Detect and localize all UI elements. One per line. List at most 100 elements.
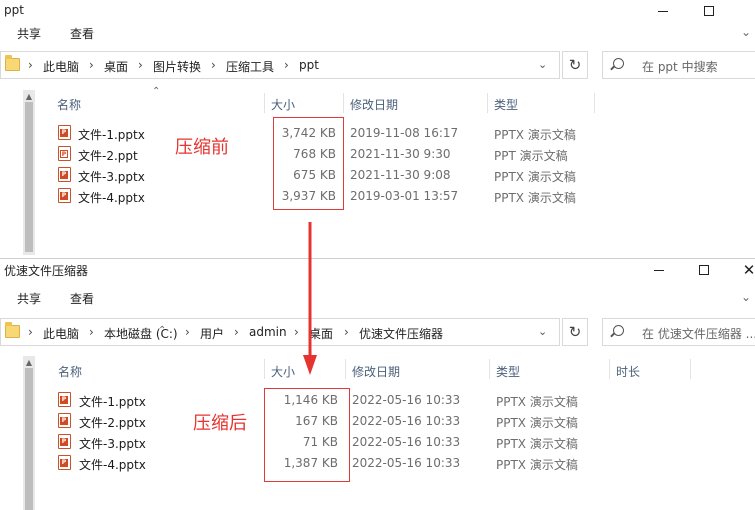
- file-row[interactable]: P 文件-3.pptx 71 KB 2022-05-16 10:33 PPTX …: [0, 432, 755, 453]
- maximize-button[interactable]: [681, 259, 727, 281]
- column-header-type[interactable]: 类型: [496, 363, 520, 380]
- file-type: PPTX 演示文稿: [496, 416, 578, 430]
- tab-view[interactable]: 查看: [70, 290, 94, 307]
- sort-ascending-icon: ⌃: [152, 86, 161, 97]
- file-modified: 2022-05-16 10:33: [352, 456, 461, 470]
- chevron-right-icon: ›: [89, 325, 94, 339]
- explorer-window-ppt: ppt 共享 查看 ⌄ › 此电脑 › 桌面 › 图片转换 › 压缩工具 › p…: [0, 0, 755, 255]
- breadcrumb-compress-tool[interactable]: 压缩工具: [226, 58, 274, 75]
- column-divider[interactable]: [609, 359, 610, 379]
- file-name: 文件-1.pptx: [79, 395, 146, 409]
- file-name: 文件-3.pptx: [79, 437, 146, 451]
- file-row[interactable]: P 文件-2.ppt 768 KB 2021-11-30 9:30 PPT 演示…: [0, 144, 755, 165]
- file-type: PPTX 演示文稿: [496, 395, 578, 409]
- minimize-button[interactable]: [636, 259, 682, 281]
- search-input[interactable]: 在 优速文件压缩器 ...: [602, 318, 755, 346]
- chevron-right-icon: ›: [28, 58, 33, 72]
- column-header-type[interactable]: 类型: [494, 96, 518, 113]
- column-header-size[interactable]: 大小: [271, 96, 295, 113]
- refresh-button[interactable]: ↻: [562, 318, 588, 346]
- breadcrumb-image-convert[interactable]: 图片转换: [153, 58, 201, 75]
- file-row[interactable]: P 文件-4.pptx 3,937 KB 2019-03-01 13:57 PP…: [0, 186, 755, 207]
- file-row[interactable]: P 文件-2.pptx 167 KB 2022-05-16 10:33 PPTX…: [0, 411, 755, 432]
- file-name: 文件-4.pptx: [78, 191, 145, 205]
- file-modified: 2019-03-01 13:57: [350, 189, 459, 203]
- address-bar-row: › 此电脑 › 本地磁盘 (C:) › 用户 › admin › 桌面 › 优速…: [0, 315, 755, 349]
- chevron-right-icon: ›: [284, 58, 289, 72]
- pptx-file-icon: P: [58, 188, 71, 203]
- file-modified: 2021-11-30 9:08: [350, 168, 451, 182]
- annotation-before: 压缩前: [175, 137, 229, 158]
- breadcrumb-this-pc[interactable]: 此电脑: [43, 58, 79, 75]
- minimize-icon: [658, 10, 668, 12]
- file-name: 文件-4.pptx: [79, 458, 146, 472]
- address-dropdown-icon[interactable]: ⌄: [538, 325, 547, 338]
- breadcrumb-users[interactable]: 用户: [200, 325, 224, 342]
- file-row[interactable]: P 文件-4.pptx 1,387 KB 2022-05-16 10:33 PP…: [0, 453, 755, 474]
- refresh-button[interactable]: ↻: [562, 51, 588, 79]
- chevron-right-icon: ›: [234, 325, 239, 339]
- pptx-file-icon: P: [58, 413, 71, 428]
- file-row[interactable]: P 文件-1.pptx 1,146 KB 2022-05-16 10:33 PP…: [0, 390, 755, 411]
- tab-view[interactable]: 查看: [70, 25, 94, 42]
- address-dropdown-icon[interactable]: ⌄: [538, 58, 547, 71]
- folder-icon: [5, 55, 20, 71]
- file-row[interactable]: P 文件-1.pptx 3,742 KB 2019-11-08 16:17 PP…: [0, 123, 755, 144]
- scroll-up-icon[interactable]: ▲: [23, 92, 35, 101]
- breadcrumb-ppt[interactable]: ppt: [299, 58, 319, 72]
- close-button[interactable]: ✕: [726, 259, 755, 281]
- address-bar[interactable]: › 此电脑 › 桌面 › 图片转换 › 压缩工具 › ppt ⌄: [0, 51, 560, 79]
- column-divider[interactable]: [264, 359, 265, 379]
- column-divider[interactable]: [345, 359, 346, 379]
- file-type: PPTX 演示文稿: [494, 191, 576, 205]
- pptx-file-icon: P: [58, 434, 71, 449]
- explorer-window-compressor: 优速文件压缩器 ✕ 共享 查看 ⌄ › 此电脑 › 本地磁盘 (C:) › 用户…: [0, 258, 755, 510]
- file-type: PPT 演示文稿: [494, 149, 568, 163]
- column-header-modified[interactable]: 修改日期: [350, 96, 398, 113]
- chevron-right-icon: ›: [138, 58, 143, 72]
- minimize-button[interactable]: [640, 0, 686, 22]
- chevron-right-icon: ›: [211, 58, 216, 72]
- window-title: 优速文件压缩器: [4, 264, 89, 278]
- file-modified: 2019-11-08 16:17: [350, 126, 459, 140]
- maximize-button[interactable]: [686, 0, 732, 22]
- size-highlight-box: [273, 117, 344, 210]
- tab-share[interactable]: 共享: [17, 25, 41, 42]
- breadcrumb-admin[interactable]: admin: [249, 325, 287, 339]
- file-row[interactable]: P 文件-3.pptx 675 KB 2021-11-30 9:08 PPTX …: [0, 165, 755, 186]
- tab-share[interactable]: 共享: [17, 290, 41, 307]
- file-name: 文件-3.pptx: [78, 170, 145, 184]
- chevron-right-icon: ›: [294, 325, 299, 339]
- column-divider[interactable]: [343, 93, 344, 113]
- annotation-after: 压缩后: [193, 413, 247, 434]
- address-bar-row: › 此电脑 › 桌面 › 图片转换 › 压缩工具 › ppt ⌄ ↻ 在 ppt…: [0, 48, 755, 82]
- column-divider[interactable]: [487, 93, 488, 113]
- breadcrumb-this-pc[interactable]: 此电脑: [43, 325, 79, 342]
- column-divider[interactable]: [690, 359, 691, 379]
- column-header-name[interactable]: 名称: [58, 363, 82, 380]
- ribbon-expand-icon[interactable]: ⌄: [741, 25, 751, 39]
- column-header-duration[interactable]: 时长: [616, 363, 640, 380]
- column-header-name[interactable]: 名称: [57, 96, 81, 113]
- column-divider[interactable]: [489, 359, 490, 379]
- breadcrumb-local-disk[interactable]: 本地磁盘 (C:): [104, 325, 178, 342]
- search-icon: [613, 58, 624, 69]
- title-bar: ppt: [0, 0, 755, 22]
- search-icon: [613, 325, 624, 336]
- chevron-right-icon: ›: [89, 58, 94, 72]
- column-divider[interactable]: [264, 93, 265, 113]
- column-header-size[interactable]: 大小: [271, 363, 295, 380]
- scroll-up-icon[interactable]: ▲: [23, 358, 35, 367]
- ribbon-expand-icon[interactable]: ⌄: [741, 290, 751, 304]
- pptx-file-icon: P: [58, 125, 71, 140]
- column-header-modified[interactable]: 修改日期: [352, 363, 400, 380]
- breadcrumb-compressor[interactable]: 优速文件压缩器: [359, 325, 443, 342]
- maximize-icon: [699, 265, 709, 275]
- column-divider[interactable]: [594, 93, 595, 113]
- pptx-file-icon: P: [58, 392, 71, 407]
- breadcrumb-desktop[interactable]: 桌面: [104, 58, 128, 75]
- search-input[interactable]: 在 ppt 中搜索: [602, 51, 755, 79]
- minimize-icon: [654, 269, 664, 271]
- address-bar[interactable]: › 此电脑 › 本地磁盘 (C:) › 用户 › admin › 桌面 › 优速…: [0, 318, 560, 346]
- chevron-right-icon: ›: [344, 325, 349, 339]
